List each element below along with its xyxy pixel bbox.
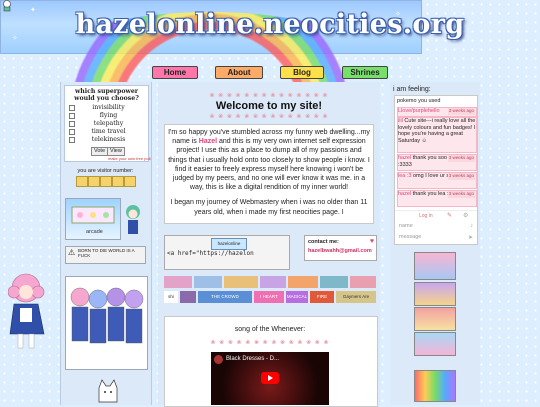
stamp[interactable]: Gaymers Are <box>336 291 376 303</box>
rainbow-thumbnail[interactable] <box>414 370 456 402</box>
chat-message: Llove/purplehello 3 weeks ago <box>397 107 477 117</box>
visitor-counter: you are visitor number: <box>64 168 147 188</box>
counter-digit <box>111 176 124 187</box>
poll-option[interactable]: flying <box>69 112 148 119</box>
anime-thumbnail[interactable] <box>414 307 456 331</box>
nav-shrines-button[interactable]: Shrines <box>342 66 388 79</box>
edit-icon[interactable]: ✎ <box>447 212 452 219</box>
chat-message-input[interactable]: message <box>399 234 421 240</box>
stamp[interactable]: THE CROWD <box>198 291 252 303</box>
link-code-box[interactable]: hazelonline <a href="https://hazelon <box>164 235 290 270</box>
stamp[interactable]: MAGICAL <box>286 291 308 303</box>
white-cat-image <box>96 378 120 405</box>
counter-digit <box>123 176 136 187</box>
poll-option[interactable]: time travel <box>69 128 148 135</box>
nav-blog-button[interactable]: Blog <box>280 66 324 79</box>
green-hair-figure-image <box>122 204 144 238</box>
song-header: song of the Whenever: ❀ ❀ ❀ ❀ ❀ ❀ ❀ ❀ ❀ … <box>164 326 376 346</box>
chat-message: hazel thank you lea :3 3 weeks ago <box>397 190 477 207</box>
warning-badge: ⚠ BORN TO DIE WORLD IS A FUCK <box>65 246 146 264</box>
counter-digit <box>87 176 100 187</box>
channel-avatar <box>214 355 223 364</box>
contact-email-link[interactable]: hazelbwahh@gmail.com <box>308 248 372 254</box>
stamp[interactable]: shi <box>164 291 178 303</box>
chat-toolbar: Log in ✎ ⚙ <box>395 210 477 221</box>
chat-message: hazel thank you soo much :3333 3 weeks ag… <box>397 154 477 171</box>
stamp[interactable] <box>194 276 222 288</box>
flower-divider: ❀ ❀ ❀ ❀ ❀ ❀ ❀ ❀ ❀ ❀ ❀ ❀ ❀ ❀ <box>209 114 329 120</box>
settings-icon[interactable]: ⚙ <box>463 212 468 219</box>
stamp[interactable] <box>164 276 192 288</box>
poll-question: which superpower would you choose? <box>74 88 139 102</box>
chatbox-label: i am feeling: <box>393 86 431 93</box>
stamp[interactable] <box>224 276 258 288</box>
nav-about-button[interactable]: About <box>215 66 263 79</box>
song-title-label: song of the Whenever: <box>234 326 306 333</box>
play-button-icon[interactable] <box>261 372 279 384</box>
chat-message: ilil Cute site---i really love all the l… <box>397 117 477 153</box>
heart-icon: ♥ <box>369 238 374 245</box>
nav-home-button[interactable]: Home <box>152 66 198 79</box>
send-icon[interactable]: ➤ <box>468 234 473 241</box>
poll-option[interactable]: telekinesis <box>69 136 148 143</box>
video-title: Black Dresses - D... <box>226 356 280 362</box>
contact-box: contact me: hazelbwahh@gmail.com ♥ <box>304 235 377 261</box>
site-button-image[interactable]: hazelonline <box>211 238 247 250</box>
anime-group-image <box>65 276 148 370</box>
welcome-text-box[interactable]: I'm so happy you've stumbled across my f… <box>164 124 374 224</box>
volume-icon[interactable]: ♪ <box>470 223 473 229</box>
login-link[interactable]: Log in <box>419 213 433 219</box>
author-name: Hazel <box>198 138 218 146</box>
poll-view-button[interactable]: View <box>107 147 125 156</box>
stamp[interactable] <box>260 276 286 288</box>
welcome-header: ❀ ❀ ❀ ❀ ❀ ❀ ❀ ❀ ❀ ❀ ❀ ❀ ❀ ❀ Welcome to m… <box>164 92 374 120</box>
chatbox: pokemo you used Llove/purplehello 3 weeks… <box>394 95 478 245</box>
link-code-text[interactable]: <a href="https://hazelon <box>167 250 287 257</box>
poll-option[interactable]: telepathy <box>69 120 148 127</box>
arcade-label: arcade <box>86 229 103 235</box>
counter-digit <box>99 176 112 187</box>
chat-name-input[interactable]: name <box>399 223 413 229</box>
anime-thumbnail[interactable] <box>414 282 456 306</box>
site-title: hazelonline.neocities.org <box>75 9 465 40</box>
anime-thumbnail[interactable] <box>414 252 456 280</box>
stamp[interactable]: FIRE <box>310 291 334 303</box>
counter-digit <box>75 176 88 187</box>
warning-icon: ⚠ <box>68 248 76 257</box>
stamp[interactable] <box>350 276 376 288</box>
poll-vote-button[interactable]: Vote <box>91 147 109 156</box>
site-banner: ✦ ✦ ✧ ✧ hazelonline.neocities.org <box>0 0 465 122</box>
chat-message: lea :3 omg I love ur site ☺☺☺ 3 weeks ago <box>397 172 477 189</box>
welcome-paragraph: I'm so happy you've stumbled across my f… <box>168 129 370 192</box>
stamp[interactable] <box>288 276 318 288</box>
arcade-image[interactable]: arcade <box>65 198 121 240</box>
welcome-title: Welcome to my site! <box>215 100 323 112</box>
flower-divider: ❀ ❀ ❀ ❀ ❀ ❀ ❀ ❀ ❀ ❀ ❀ ❀ ❀ ❀ <box>210 340 330 346</box>
warning-badge-text: BORN TO DIE WORLD IS A FUCK <box>78 248 135 258</box>
flower-divider: ❀ ❀ ❀ ❀ ❀ ❀ ❀ ❀ ❀ ❀ ❀ ❀ ❀ ❀ <box>209 93 329 99</box>
counter-label: you are visitor number: <box>77 168 134 174</box>
stamp[interactable]: I HEART PIXELS <box>254 291 284 303</box>
stamp[interactable] <box>180 291 196 303</box>
youtube-embed[interactable]: Black Dresses - D... <box>211 352 329 405</box>
stamp-grid: shi THE CROWD I HEART PIXELS MAGICAL FIR… <box>164 276 376 308</box>
poll-option[interactable]: invisibility <box>69 104 148 111</box>
anime-thumbnail[interactable] <box>414 332 456 356</box>
contact-label: contact me: <box>308 239 339 245</box>
poll-footer-link[interactable]: make your own free poll <box>108 156 150 161</box>
chat-message: pokemo you used <box>397 98 441 104</box>
stamp[interactable] <box>320 276 348 288</box>
welcome-paragraph: I began my journey of Webmastery when i … <box>170 199 368 216</box>
pink-hair-mascot-image <box>7 270 48 354</box>
